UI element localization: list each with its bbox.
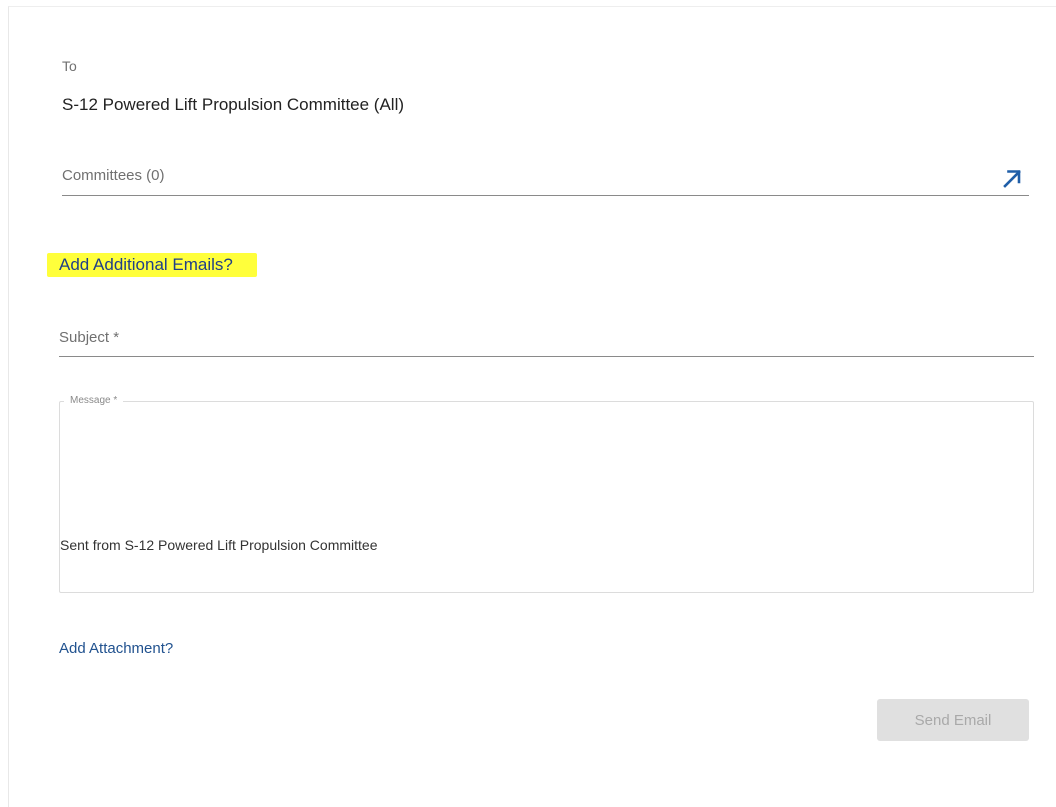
to-label: To xyxy=(62,58,77,74)
subject-field[interactable] xyxy=(59,323,1034,357)
subject-input[interactable] xyxy=(59,329,1034,346)
committees-field[interactable]: Committees (0) xyxy=(62,157,1029,196)
expand-arrow-icon[interactable] xyxy=(1001,167,1023,189)
add-attachment-link[interactable]: Add Attachment? xyxy=(59,640,173,657)
add-additional-emails-link[interactable]: Add Additional Emails? xyxy=(47,253,257,277)
send-email-button[interactable]: Send Email xyxy=(877,699,1029,741)
message-body[interactable]: Sent from S-12 Powered Lift Propulsion C… xyxy=(60,537,377,553)
to-recipient: S-12 Powered Lift Propulsion Committee (… xyxy=(62,95,405,114)
committees-label: Committees (0) xyxy=(62,167,165,184)
email-compose-card: To S-12 Powered Lift Propulsion Committe… xyxy=(8,6,1056,807)
message-legend: Message * xyxy=(64,395,124,406)
message-field[interactable]: Message * Sent from S-12 Powered Lift Pr… xyxy=(59,395,1034,593)
